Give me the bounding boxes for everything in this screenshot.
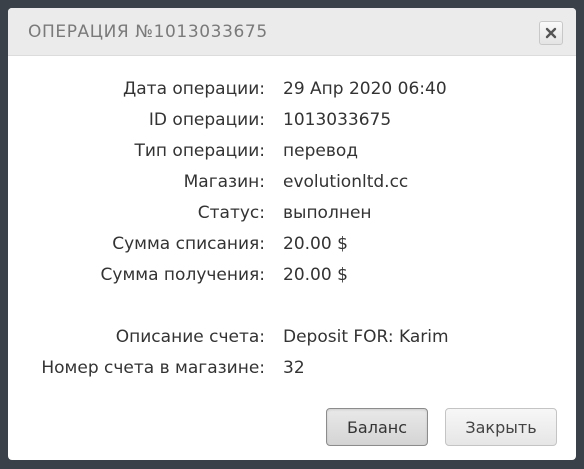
detail-value: Deposit FOR: Karim bbox=[283, 327, 449, 347]
detail-value: выполнен bbox=[283, 203, 372, 223]
detail-row-type: Тип операции: перевод bbox=[8, 141, 576, 165]
close-button[interactable]: Закрыть bbox=[445, 408, 557, 446]
close-x-icon bbox=[545, 27, 557, 39]
detail-value: 20.00 $ bbox=[283, 265, 348, 285]
detail-value: перевод bbox=[283, 141, 358, 161]
detail-row-status: Статус: выполнен bbox=[8, 203, 576, 227]
detail-label: Номер счета в магазине: bbox=[41, 358, 265, 378]
detail-row-id: ID операции: 1013033675 bbox=[8, 110, 576, 134]
detail-row-debit-amount: Сумма списания: 20.00 $ bbox=[8, 234, 576, 258]
dialog-header: ОПЕРАЦИЯ №1013033675 bbox=[8, 8, 576, 56]
detail-value: 32 bbox=[283, 358, 305, 378]
detail-label: ID операции: bbox=[148, 110, 265, 130]
operation-dialog: ОПЕРАЦИЯ №1013033675 Дата операции: 29 А… bbox=[8, 8, 576, 460]
detail-row-shop: Магазин: evolutionltd.cc bbox=[8, 172, 576, 196]
balance-button[interactable]: Баланс bbox=[326, 408, 428, 446]
detail-row-shop-invoice: Номер счета в магазине: 32 bbox=[8, 358, 576, 382]
detail-label: Магазин: bbox=[183, 172, 265, 192]
detail-value: 20.00 $ bbox=[283, 234, 348, 254]
detail-label: Статус: bbox=[197, 203, 265, 223]
dialog-title: ОПЕРАЦИЯ №1013033675 bbox=[28, 22, 268, 42]
detail-value: evolutionltd.cc bbox=[283, 172, 409, 192]
detail-value: 29 Апр 2020 06:40 bbox=[283, 79, 447, 99]
detail-value: 1013033675 bbox=[283, 110, 392, 130]
detail-row-date: Дата операции: 29 Апр 2020 06:40 bbox=[8, 79, 576, 103]
detail-label: Сумма получения: bbox=[100, 265, 265, 285]
detail-label: Сумма списания: bbox=[112, 234, 265, 254]
dialog-close-button[interactable] bbox=[539, 21, 563, 45]
detail-label: Описание счета: bbox=[115, 327, 265, 347]
detail-label: Дата операции: bbox=[122, 79, 265, 99]
detail-row-credit-amount: Сумма получения: 20.00 $ bbox=[8, 265, 576, 289]
detail-label: Тип операции: bbox=[134, 141, 265, 161]
detail-row-description: Описание счета: Deposit FOR: Karim bbox=[8, 327, 576, 351]
